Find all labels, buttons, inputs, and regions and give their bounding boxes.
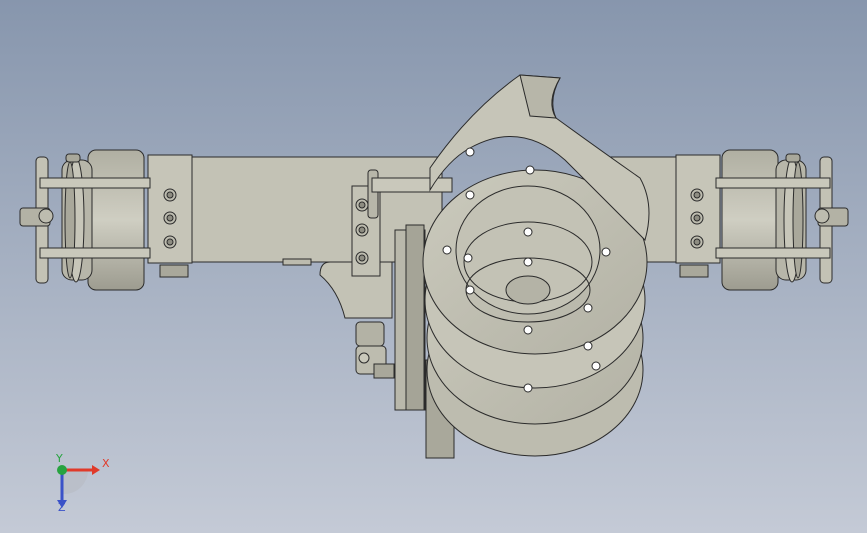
left-wheel-assembly [19,149,151,291]
left-mount-plate [147,154,193,278]
right-wheel-assembly [715,149,849,291]
drive-axle-assembly-model[interactable] [0,0,867,533]
x-axis-label: X [102,457,110,470]
cad-viewport[interactable]: X Y Z [0,0,867,533]
y-axis-label: Y [56,452,63,465]
right-mount-plate [675,154,721,278]
y-axis-point [57,465,67,475]
triad-shadow [62,470,89,495]
disc-stack [422,169,648,457]
z-axis-label: Z [58,501,66,514]
x-axis-arrowhead [92,465,100,475]
